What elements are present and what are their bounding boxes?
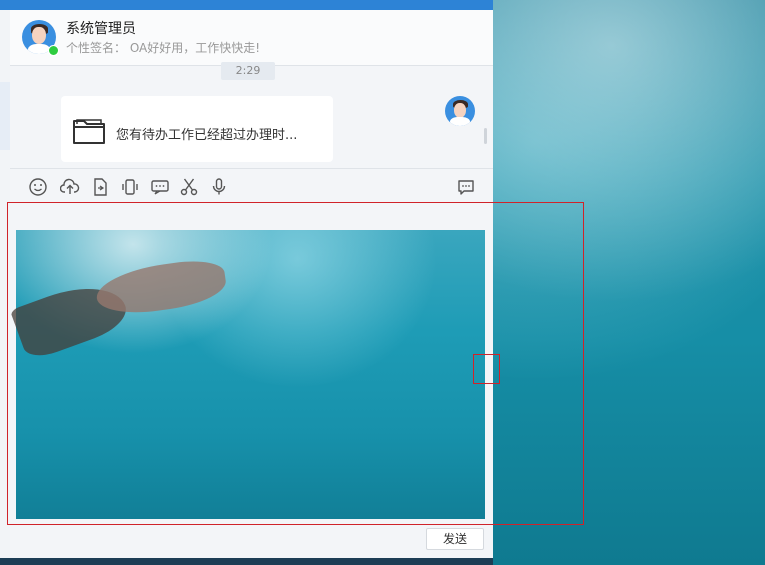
vibrate-icon[interactable] <box>120 177 140 197</box>
message-bubble[interactable]: 您有待办工作已经超过办理时... <box>61 96 333 162</box>
scissors-icon[interactable] <box>179 177 199 197</box>
upload-icon[interactable] <box>59 177 80 197</box>
chat-header: 系统管理员 个性签名： OA好好用，工作快快走! <box>10 10 493 66</box>
input-toolbar <box>10 168 493 205</box>
contact-signature: 个性签名： OA好好用，工作快快走! <box>66 41 261 55</box>
message-icon[interactable] <box>150 177 170 197</box>
contact-list-selected-item[interactable] <box>0 82 10 150</box>
selection-resize-handle[interactable] <box>473 354 500 384</box>
file-icon[interactable] <box>90 177 110 197</box>
sender-avatar[interactable] <box>445 96 475 126</box>
emoji-icon[interactable] <box>28 177 48 197</box>
online-status-icon <box>48 45 59 56</box>
message-text: 您有待办工作已经超过办理时... <box>116 128 298 143</box>
taskbar <box>0 558 493 565</box>
mic-icon[interactable] <box>209 177 229 197</box>
message-time: 2:29 <box>221 62 275 80</box>
message-scrollbar[interactable] <box>484 128 487 144</box>
chat-history-icon[interactable] <box>456 177 476 197</box>
window-title-bar[interactable] <box>0 0 493 10</box>
folder-icon <box>71 112 107 146</box>
contact-name: 系统管理员 <box>66 21 136 37</box>
send-button[interactable]: 发送 <box>426 528 484 550</box>
